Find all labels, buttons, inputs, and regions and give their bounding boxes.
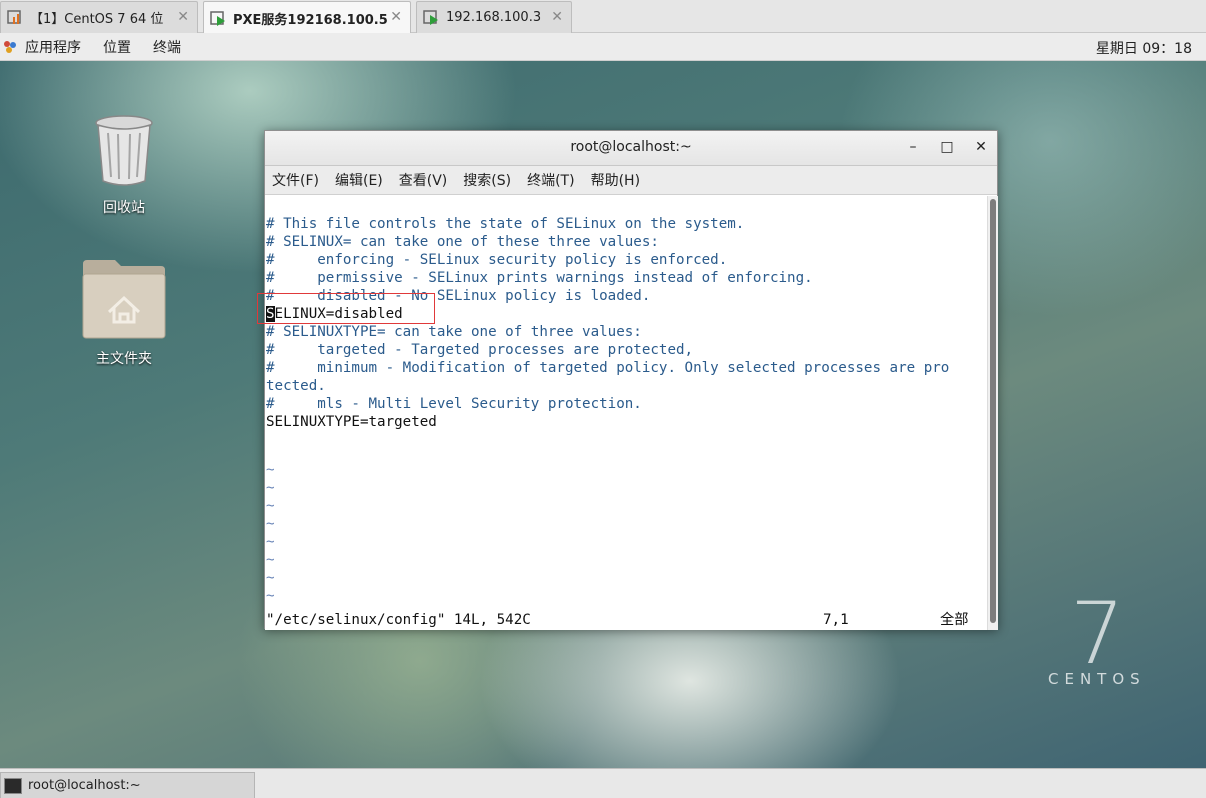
vim-empty-line: ~ <box>266 462 275 478</box>
vm-tab-label: 192.168.100.3 <box>446 10 542 25</box>
menu-help[interactable]: 帮助(H) <box>591 170 640 190</box>
vim-line: # mls - Multi Level Security protection. <box>266 396 642 412</box>
vm-tab-label: PXE服务192168.100.5 <box>233 12 388 28</box>
menu-terminal[interactable]: 终端(T) <box>527 170 574 190</box>
highlight-annotation <box>257 293 435 324</box>
minimize-button[interactable]: – <box>903 139 923 159</box>
bottom-taskbar: root@localhost:~ <box>0 768 1206 798</box>
vim-empty-line: ~ <box>266 588 275 604</box>
vim-line: # minimum - Modification of targeted pol… <box>266 360 950 376</box>
desktop-icon-trash[interactable]: 回收站 <box>74 113 174 217</box>
home-folder-icon <box>82 260 166 339</box>
menu-applications[interactable]: 应用程序 <box>25 37 81 57</box>
vim-status-file: "/etc/selinux/config" 14L, 542C <box>266 612 531 628</box>
vim-empty-line: ~ <box>266 480 275 496</box>
close-icon[interactable]: ✕ <box>551 9 563 25</box>
close-button[interactable]: ✕ <box>971 139 991 159</box>
terminal-text-area[interactable]: # This file controls the state of SELinu… <box>265 196 987 630</box>
vim-empty-line: ~ <box>266 534 275 550</box>
close-icon[interactable]: ✕ <box>177 9 189 25</box>
menu-search[interactable]: 搜索(S) <box>463 170 511 190</box>
vim-line: # enforcing - SELinux security policy is… <box>266 252 728 268</box>
vm-play-icon <box>423 9 440 26</box>
vm-tab-192-168-100-3[interactable]: 192.168.100.3 ✕ <box>416 1 572 33</box>
desktop-icon-label: 主文件夹 <box>96 351 152 367</box>
centos-wordmark: CENTOS <box>1048 670 1146 688</box>
vim-line: # SELINUX= can take one of these three v… <box>266 234 659 250</box>
menu-places[interactable]: 位置 <box>103 37 131 57</box>
window-title: root@localhost:~ <box>570 139 692 155</box>
terminal-menubar: 文件(F) 编辑(E) 查看(V) 搜索(S) 终端(T) 帮助(H) <box>265 166 997 195</box>
vim-line: # This file controls the state of SELinu… <box>266 216 745 232</box>
vm-tab-pxe[interactable]: PXE服务192168.100.5 ✕ <box>203 1 411 34</box>
vim-line: tected. <box>266 378 326 394</box>
taskbar-item-terminal[interactable]: root@localhost:~ <box>0 772 255 798</box>
clock[interactable]: 星期日 09：18 <box>1096 38 1192 58</box>
vim-empty-line: ~ <box>266 552 275 568</box>
vim-line: # targeted - Targeted processes are prot… <box>266 342 694 358</box>
vim-status-position: 7,1 <box>823 612 849 628</box>
vm-running-icon <box>7 9 24 26</box>
menu-edit[interactable]: 编辑(E) <box>335 170 383 190</box>
scrollbar-thumb[interactable] <box>990 199 996 623</box>
terminal-titlebar[interactable]: root@localhost:~ – □ ✕ <box>265 131 997 166</box>
vm-tab-strip: 【1】CentOS 7 64 位 ✕ PXE服务192168.100.5 ✕ 1… <box>0 0 1206 34</box>
taskbar-item-label: root@localhost:~ <box>28 778 141 793</box>
vm-tab-centos[interactable]: 【1】CentOS 7 64 位 ✕ <box>0 1 198 33</box>
vim-line: SELINUXTYPE=targeted <box>266 414 437 430</box>
desktop-icon-label: 回收站 <box>103 200 145 216</box>
vim-empty-line: ~ <box>266 570 275 586</box>
vim-line: # permissive - SELinux prints warnings i… <box>266 270 813 286</box>
vim-line: # SELINUXTYPE= can take one of three val… <box>266 324 642 340</box>
terminal-scrollbar[interactable] <box>987 196 998 630</box>
vm-play-icon <box>210 10 227 27</box>
vim-empty-line: ~ <box>266 498 275 514</box>
trash-icon <box>95 115 153 186</box>
vim-status-scroll: 全部 <box>940 612 969 628</box>
desktop-icon-home-folder[interactable]: 主文件夹 <box>74 258 174 368</box>
terminal-window: root@localhost:~ – □ ✕ 文件(F) 编辑(E) 查看(V)… <box>264 130 998 630</box>
applications-icon <box>3 40 17 54</box>
close-icon[interactable]: ✕ <box>390 9 402 25</box>
vim-empty-line: ~ <box>266 516 275 532</box>
menu-file[interactable]: 文件(F) <box>272 170 319 190</box>
top-panel: 应用程序 位置 终端 星期日 09：18 <box>0 33 1206 61</box>
menu-terminal[interactable]: 终端 <box>153 37 181 57</box>
maximize-button[interactable]: □ <box>937 139 957 159</box>
menu-view[interactable]: 查看(V) <box>399 170 448 190</box>
vm-tab-label: 【1】CentOS 7 64 位 <box>30 12 164 27</box>
terminal-icon <box>4 777 22 794</box>
